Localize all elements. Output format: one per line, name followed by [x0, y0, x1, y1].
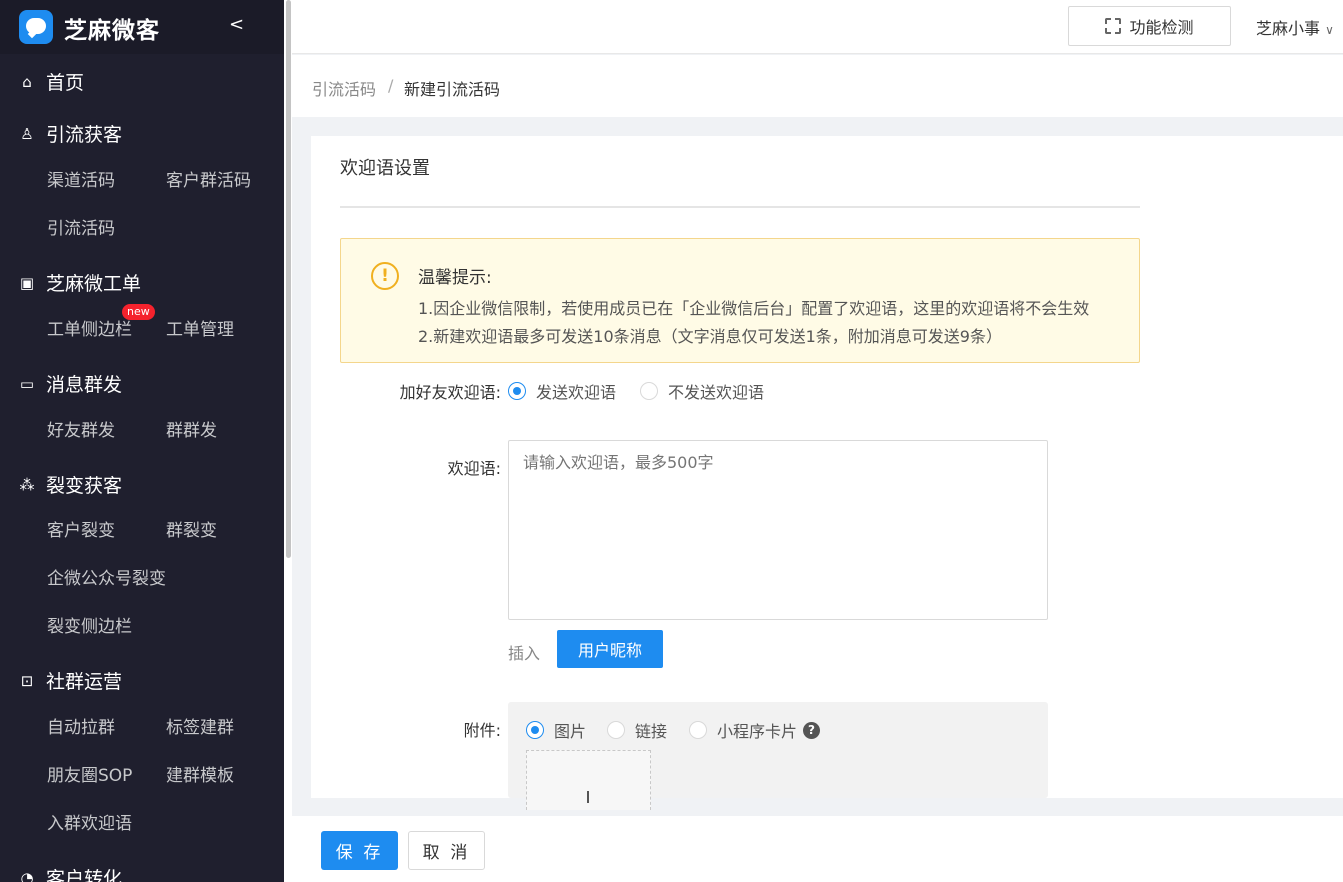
sidebar-group-label: 裂变获客: [46, 475, 123, 497]
sidebar-group-label: 社群运营: [46, 671, 123, 693]
breadcrumb: 引流活码 / 新建引流活码: [292, 55, 1343, 117]
collapse-sidebar-icon[interactable]: <: [229, 14, 244, 35]
attach-miniprogram-label: 小程序卡片: [717, 722, 798, 741]
question-icon[interactable]: ?: [803, 721, 821, 739]
sidebar-item-group-code[interactable]: 客户群活码: [166, 166, 251, 191]
radio-checked-icon: [526, 721, 544, 739]
sidebar-item-auto-group[interactable]: 自动拉群: [47, 713, 115, 738]
chevron-down-icon: ∨: [1325, 23, 1334, 37]
chart-icon: ⊡: [20, 671, 34, 690]
attachment-label: 附件:: [463, 721, 501, 740]
attach-image-radio[interactable]: 图片: [526, 718, 586, 742]
logo-icon: [19, 10, 53, 44]
clipboard-icon: ▣: [19, 273, 35, 292]
breadcrumb-separator: /: [388, 76, 394, 95]
sidebar-group-home[interactable]: ⌂ 首页: [18, 68, 84, 95]
sidebar-item-group-welcome[interactable]: 入群欢迎语: [47, 809, 132, 834]
section-divider: [340, 206, 1140, 208]
convert-icon: ◔: [20, 868, 34, 882]
sidebar-item-official-fission[interactable]: 企微公众号裂变: [47, 564, 166, 589]
sidebar-group-label: 消息群发: [46, 374, 123, 396]
insert-label: 插入: [508, 644, 541, 663]
tip-alert: ! 温馨提示: 1.因企业微信限制，若使用成员已在「企业微信后台」配置了欢迎语，…: [340, 238, 1140, 363]
user-name: 芝麻小事: [1256, 19, 1321, 38]
top-header: 功能检测 芝麻小事 ∨: [292, 0, 1343, 54]
home-icon: ⌂: [22, 72, 32, 91]
send-welcome-label: 发送欢迎语: [536, 383, 617, 402]
sidebar-item-group-template[interactable]: 建群模板: [166, 761, 234, 786]
sidebar: 芝麻微客 < ⌂ 首页 ♙ 引流获客 渠道活码 客户群活码 引流活码 ▣ 芝麻微…: [0, 0, 292, 882]
alert-line-1: 1.因企业微信限制，若使用成员已在「企业微信后台」配置了欢迎语，这里的欢迎语将不…: [418, 299, 1090, 318]
image-upload-area[interactable]: [526, 750, 651, 810]
sidebar-item-group-broadcast[interactable]: 群群发: [166, 416, 217, 441]
sidebar-item-channel-code[interactable]: 渠道活码: [47, 166, 115, 191]
fission-icon: ⁂: [19, 475, 35, 494]
sidebar-group-label: 客户转化: [46, 868, 123, 882]
save-button[interactable]: 保 存: [321, 831, 398, 870]
add-friend-welcome-label: 加好友欢迎语:: [399, 383, 501, 402]
sidebar-scrollbar[interactable]: [286, 0, 291, 558]
radio-unchecked-icon: [689, 721, 707, 739]
exclamation-icon: !: [371, 262, 399, 290]
sidebar-group-conversion[interactable]: ◔ 客户转化: [18, 864, 122, 882]
logo-bar: 芝麻微客 <: [0, 0, 292, 54]
welcome-text-label: 欢迎语:: [447, 459, 501, 478]
sidebar-item-workorder-manage[interactable]: 工单管理: [166, 315, 234, 340]
sidebar-group-fission[interactable]: ⁂ 裂变获客: [18, 471, 123, 498]
welcome-settings-card: 欢迎语设置 ! 温馨提示: 1.因企业微信限制，若使用成员已在「企业微信后台」配…: [311, 136, 1343, 810]
welcome-text-input[interactable]: [508, 440, 1048, 620]
alert-line-2: 2.新建欢迎语最多可发送10条消息（文字消息仅可发送1条，附加消息可发送9条）: [418, 327, 1002, 346]
sidebar-item-moments-sop[interactable]: 朋友圈SOP: [47, 761, 132, 786]
sidebar-group-label: 引流获客: [46, 124, 123, 146]
attach-link-label: 链接: [635, 722, 668, 741]
sidebar-item-friend-broadcast[interactable]: 好友群发: [47, 416, 115, 441]
sidebar-group-label: 芝麻微工单: [46, 273, 142, 295]
sidebar-group-broadcast[interactable]: ▭ 消息群发: [18, 370, 122, 397]
sidebar-item-tag-group[interactable]: 标签建群: [166, 713, 234, 738]
no-send-welcome-label: 不发送欢迎语: [668, 383, 765, 402]
radio-unchecked-icon: [607, 721, 625, 739]
no-send-welcome-radio[interactable]: 不发送欢迎语: [640, 379, 764, 403]
sidebar-group-traffic[interactable]: ♙ 引流获客: [18, 120, 122, 147]
function-check-button[interactable]: 功能检测: [1068, 6, 1231, 46]
scan-icon: [1105, 18, 1122, 34]
radio-checked-icon: [508, 382, 526, 400]
sidebar-item-workorder-sidebar[interactable]: 工单侧边栏: [47, 315, 132, 340]
plus-icon: [587, 791, 589, 803]
logo-text: 芝麻微客: [64, 18, 160, 44]
message-icon: ▭: [19, 374, 35, 393]
user-menu[interactable]: 芝麻小事 ∨: [1256, 15, 1334, 39]
alert-title: 温馨提示:: [418, 268, 492, 288]
sidebar-item-traffic-code[interactable]: 引流活码: [47, 214, 115, 239]
sidebar-item-fission-sidebar[interactable]: 裂变侧边栏: [47, 612, 132, 637]
breadcrumb-current: 新建引流活码: [404, 80, 501, 99]
new-badge: new: [122, 304, 155, 320]
form-footer: 保 存 取 消: [292, 816, 1343, 882]
sidebar-group-community[interactable]: ⊡ 社群运营: [18, 667, 122, 694]
insert-nickname-button[interactable]: 用户昵称: [557, 630, 663, 668]
section-title: 欢迎语设置: [340, 158, 430, 179]
attach-image-label: 图片: [554, 722, 587, 741]
user-growth-icon: ♙: [20, 124, 34, 143]
cancel-button[interactable]: 取 消: [408, 831, 485, 870]
attachment-panel: 图片 链接 小程序卡片 ?: [508, 702, 1048, 810]
attach-miniprogram-radio[interactable]: 小程序卡片 ?: [689, 718, 821, 742]
sidebar-item-customer-fission[interactable]: 客户裂变: [47, 516, 115, 541]
radio-unchecked-icon: [640, 382, 658, 400]
sidebar-item-group-fission[interactable]: 群裂变: [166, 516, 217, 541]
breadcrumb-parent[interactable]: 引流活码: [312, 76, 376, 100]
sidebar-group-label: 首页: [46, 72, 85, 94]
attach-link-radio[interactable]: 链接: [607, 718, 667, 742]
send-welcome-radio[interactable]: 发送欢迎语: [508, 379, 616, 403]
function-check-label: 功能检测: [1129, 20, 1194, 37]
sidebar-group-workorder[interactable]: ▣ 芝麻微工单: [18, 269, 141, 296]
